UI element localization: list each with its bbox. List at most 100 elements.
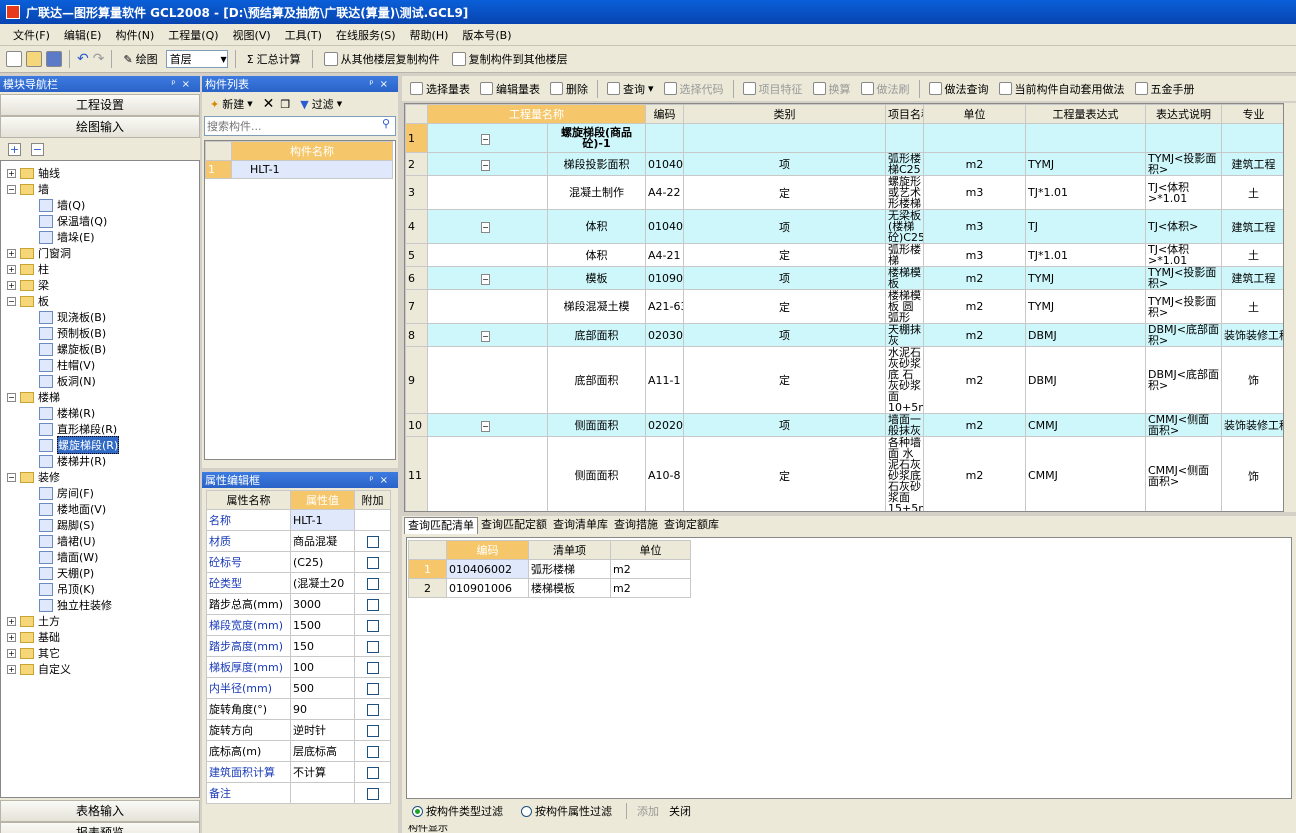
cell-unit[interactable]: m2 xyxy=(923,323,1026,347)
cell-expr[interactable]: TYMJ xyxy=(1025,289,1146,324)
tree-node[interactable]: + 其它 xyxy=(7,645,199,661)
attach-checkbox[interactable] xyxy=(366,535,379,548)
cell-expr[interactable]: DBMJ xyxy=(1025,323,1146,347)
filter-by-attr-radio[interactable]: 按构件属性过滤 xyxy=(517,803,616,819)
query-result-row[interactable]: 1 010406002 弧形楼梯 m2 xyxy=(408,559,691,579)
tree-node[interactable]: 房间(F) xyxy=(7,485,199,501)
attach-checkbox[interactable] xyxy=(366,619,379,632)
cell-spec[interactable]: 土 xyxy=(1221,175,1283,210)
column-header[interactable]: 编码 xyxy=(645,104,684,124)
collapse-all-icon[interactable]: − xyxy=(31,142,44,156)
expand-icon[interactable]: + xyxy=(7,264,16,274)
cell-spec[interactable]: 装饰装修工程 xyxy=(1221,413,1283,437)
query-tab[interactable]: 查询清单库 xyxy=(550,517,611,534)
column-header[interactable]: 专业 xyxy=(1221,104,1283,124)
cell-unit[interactable] xyxy=(923,123,1026,153)
cell-item[interactable]: 螺旋形或艺术形楼梯 xyxy=(885,175,924,210)
tree-node[interactable]: + 门窗洞 xyxy=(7,245,199,261)
cell-desc[interactable]: TYMJ<投影面积> xyxy=(1145,266,1222,290)
pin-close-icon[interactable]: ᵖ× xyxy=(369,79,394,90)
cell-code[interactable]: 020201001 xyxy=(645,413,684,437)
cell-unit[interactable]: m2 xyxy=(923,289,1026,324)
cell-code[interactable]: 010901006 xyxy=(645,266,684,290)
cell-code[interactable]: A4-22 xyxy=(645,175,684,210)
property-value[interactable]: 逆时针 xyxy=(290,719,355,741)
expand-icon[interactable]: + xyxy=(7,632,16,642)
filter-button[interactable]: ▼ 过滤 ▼ xyxy=(296,96,346,112)
cell-unit[interactable]: m3 xyxy=(923,243,1026,267)
toolbar-button[interactable]: 项目特征 xyxy=(739,81,807,97)
cell-expr[interactable]: TYMJ xyxy=(1025,266,1146,290)
cell-cat[interactable]: 定 xyxy=(683,175,886,210)
cell-cat[interactable]: 项 xyxy=(683,266,886,290)
cell-spec[interactable]: 饰 xyxy=(1221,346,1283,414)
draw-input-button[interactable]: 绘图输入 xyxy=(0,116,200,138)
menu-item[interactable]: 文件(F) xyxy=(6,27,57,43)
cell-desc[interactable]: DBMJ<底部面积> xyxy=(1145,323,1222,347)
report-preview-button[interactable]: 报表预览 xyxy=(0,822,200,833)
expand-icon[interactable]: + xyxy=(7,168,16,178)
cell-cat[interactable] xyxy=(683,123,886,153)
quantity-row[interactable]: 10 − 侧面面积020201001项墙面一般抹灰m2CMMJCMMJ<侧面面积>装… xyxy=(405,413,1283,437)
add-button[interactable]: 添加 xyxy=(637,803,659,819)
column-header[interactable]: 单位 xyxy=(610,540,691,560)
collapse-icon[interactable]: − xyxy=(7,296,16,306)
menu-item[interactable]: 构件(N) xyxy=(108,27,161,43)
quantity-row[interactable]: 5 体积 A4-21 定弧形楼梯 m3 TJ*1.01 TJ<体积>*1.01 土 xyxy=(405,243,1283,267)
expand-icon[interactable]: + xyxy=(7,664,16,674)
cell-cat[interactable]: 定 xyxy=(683,289,886,324)
attach-checkbox[interactable] xyxy=(366,661,379,674)
cell-unit[interactable]: m3 xyxy=(923,209,1026,244)
quantity-row[interactable]: 7 梯段混凝土模A21-63定楼梯模板 圆弧形m2TYMJTYMJ<投影面积>土 xyxy=(405,289,1283,324)
property-value[interactable]: HLT-1 xyxy=(290,509,355,531)
property-value[interactable]: 500 xyxy=(290,677,355,699)
tree-node[interactable]: 楼地面(V) xyxy=(7,501,199,517)
property-value[interactable]: (混凝土20 xyxy=(290,572,355,594)
cell-expr[interactable]: TJ*1.01 xyxy=(1025,243,1146,267)
property-row[interactable]: 名称 HLT-1 xyxy=(206,509,391,531)
attach-checkbox[interactable] xyxy=(366,556,379,569)
cell-spec[interactable]: 装饰装修工程 xyxy=(1221,323,1283,347)
tree-node[interactable]: 墙垛(E) xyxy=(7,229,199,245)
cell-item[interactable]: 无梁板(楼梯砼)C25 xyxy=(885,209,924,244)
toolbar-button[interactable]: 做法查询 xyxy=(925,81,993,97)
undo-icon[interactable]: ↶ xyxy=(77,51,89,67)
property-value[interactable]: 90 xyxy=(290,698,355,720)
quantity-row[interactable]: 8 − 底部面积020301001项天棚抹灰m2DBMJDBMJ<底部面积>装饰装修… xyxy=(405,323,1283,347)
expand-all-icon[interactable]: + xyxy=(8,142,21,156)
cell-desc[interactable]: TYMJ<投影面积> xyxy=(1145,152,1222,176)
cell-unit[interactable]: m2 xyxy=(923,413,1026,437)
cell-spec[interactable]: 建筑工程 xyxy=(1221,209,1283,244)
table-input-button[interactable]: 表格输入 xyxy=(0,800,200,822)
toolbar-button[interactable]: 选择量表 xyxy=(406,81,474,97)
property-row[interactable]: 材质 商品混凝 xyxy=(206,530,391,552)
tree-node[interactable]: 板洞(N) xyxy=(7,373,199,389)
expand-icon[interactable]: + xyxy=(7,280,16,290)
cell-code[interactable]: 010405002 xyxy=(645,209,684,244)
column-header[interactable]: 工程量表达式 xyxy=(1025,104,1146,124)
attach-checkbox[interactable] xyxy=(366,787,379,800)
quantity-row[interactable]: 1 − 螺旋梯段(商品砼)-1 xyxy=(405,123,1283,153)
property-row[interactable]: 建筑面积计算 不计算 xyxy=(206,761,391,783)
copy-from-floor-button[interactable]: 从其他楼层复制构件 xyxy=(320,51,444,67)
collapse-icon[interactable]: − xyxy=(481,273,490,285)
cell-item[interactable]: 水泥石灰砂浆底 石灰砂浆面 10+5mm xyxy=(885,346,924,414)
cell-unit[interactable]: m2 xyxy=(923,346,1026,414)
cell-desc[interactable]: TYMJ<投影面积> xyxy=(1145,289,1222,324)
collapse-icon[interactable]: − xyxy=(7,184,16,194)
toolbar-button[interactable]: 删除 xyxy=(546,81,592,97)
collapse-icon[interactable]: − xyxy=(481,420,490,432)
cell-expr[interactable]: TJ xyxy=(1025,209,1146,244)
pin-close-icon[interactable]: ᵖ× xyxy=(171,79,196,90)
menu-item[interactable]: 在线服务(S) xyxy=(329,27,403,43)
collapse-icon[interactable]: − xyxy=(481,222,490,233)
menu-item[interactable]: 视图(V) xyxy=(226,27,278,43)
toolbar-button[interactable]: 当前构件自动套用做法 xyxy=(995,81,1129,97)
tree-node[interactable]: 保温墙(Q) xyxy=(7,213,199,229)
column-header[interactable]: 清单项 xyxy=(528,540,611,560)
cell-code[interactable]: A21-63 xyxy=(645,289,684,324)
cell-item[interactable]: 弧形楼梯C25 xyxy=(885,152,924,176)
attach-checkbox[interactable] xyxy=(366,598,379,611)
cell-item[interactable]: 楼梯模板 圆弧形 xyxy=(885,289,924,324)
cell-desc[interactable]: TJ<体积> xyxy=(1145,209,1222,244)
